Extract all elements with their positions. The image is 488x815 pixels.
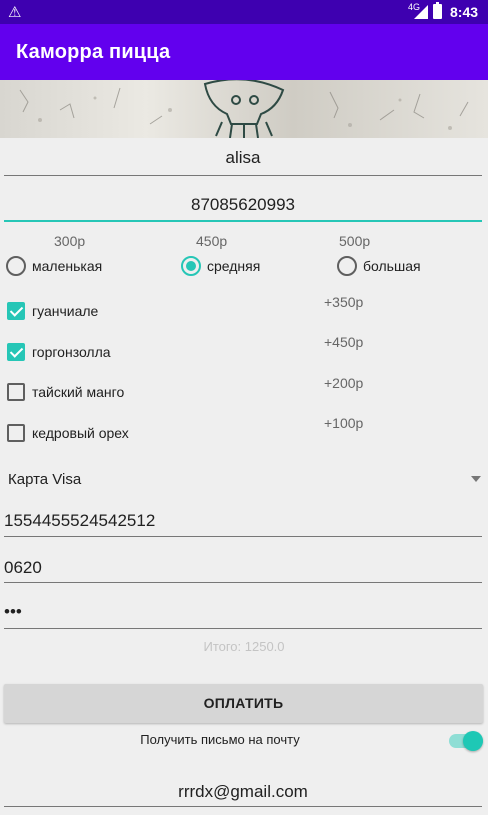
size-small-radio[interactable]: маленькая — [6, 256, 102, 276]
battery-icon — [433, 2, 442, 19]
topping-price: +200р — [324, 375, 364, 391]
radio-checked-icon — [181, 256, 201, 276]
checkbox-unchecked-icon — [7, 424, 25, 442]
phone-value: 87085620993 — [190, 195, 295, 214]
size-medium-price: 450р — [196, 233, 228, 249]
checkbox-checked-icon — [7, 343, 25, 361]
signal-icon — [414, 5, 428, 19]
size-large-radio[interactable]: большая — [337, 256, 421, 276]
email-value: rrrdx@gmail.com — [178, 782, 308, 801]
app-title: Каморра пицца — [16, 41, 171, 63]
radio-unchecked-icon — [337, 256, 357, 276]
pay-button[interactable]: ОПЛАТИТЬ — [4, 684, 483, 723]
email-switch-row: Получить письмо на почту — [0, 730, 488, 756]
cvv-input[interactable]: ••• — [4, 602, 482, 629]
size-medium-label: средняя — [207, 258, 261, 274]
topping-guanciale-checkbox[interactable]: гуанчиале — [7, 302, 98, 320]
cvv-value: ••• — [4, 602, 22, 621]
email-input[interactable]: rrrdx@gmail.com — [4, 782, 482, 807]
topping-label: гуанчиале — [32, 303, 99, 319]
expiry-input[interactable]: 0620 — [4, 558, 482, 583]
dropdown-arrow-icon — [471, 476, 481, 482]
warning-icon: ⚠ — [8, 4, 22, 21]
phone-input[interactable]: 87085620993 — [4, 195, 482, 222]
name-value: alisa — [225, 148, 261, 167]
topping-label: тайский манго — [32, 384, 125, 400]
app-bar: Каморра пицца — [0, 24, 488, 80]
radio-unchecked-icon — [6, 256, 26, 276]
email-toggle-switch[interactable] — [449, 731, 483, 751]
topping-price: +350р — [324, 294, 364, 310]
payment-method-value: Карта Visa — [8, 471, 82, 488]
card-number-input[interactable]: 1554455524542512 — [4, 511, 482, 537]
checkbox-checked-icon — [7, 302, 25, 320]
toggle-knob-icon — [463, 731, 483, 751]
topping-label: кедровый орех — [32, 425, 129, 441]
email-switch-label: Получить письмо на почту — [140, 732, 300, 747]
clock: 8:43 — [450, 4, 479, 20]
payment-method-dropdown[interactable]: Карта Visa — [0, 462, 488, 496]
status-bar: ⚠ 4G 8:43 — [0, 0, 488, 24]
topping-pine-nut-checkbox[interactable]: кедровый орех — [7, 424, 129, 442]
topping-price: +450р — [324, 334, 364, 350]
size-large-price: 500р — [339, 233, 371, 249]
card-number-value: 1554455524542512 — [4, 511, 156, 530]
topping-mango-checkbox[interactable]: тайский манго — [7, 383, 124, 401]
topping-price: +100р — [324, 415, 364, 431]
topping-gorgonzola-checkbox[interactable]: горгонзолла — [7, 343, 111, 361]
size-medium-radio[interactable]: средняя — [181, 256, 260, 276]
pizza-banner-image — [0, 80, 488, 138]
size-large-label: большая — [363, 258, 421, 274]
size-small-label: маленькая — [32, 258, 103, 274]
checkbox-unchecked-icon — [7, 383, 25, 401]
topping-label: горгонзолла — [32, 344, 111, 360]
skull-emblem-icon — [203, 80, 285, 138]
name-input[interactable]: alisa — [4, 148, 482, 176]
size-small-price: 300р — [54, 233, 86, 249]
total-text: Итого: 1250.0 — [203, 639, 285, 654]
expiry-value: 0620 — [4, 558, 42, 577]
